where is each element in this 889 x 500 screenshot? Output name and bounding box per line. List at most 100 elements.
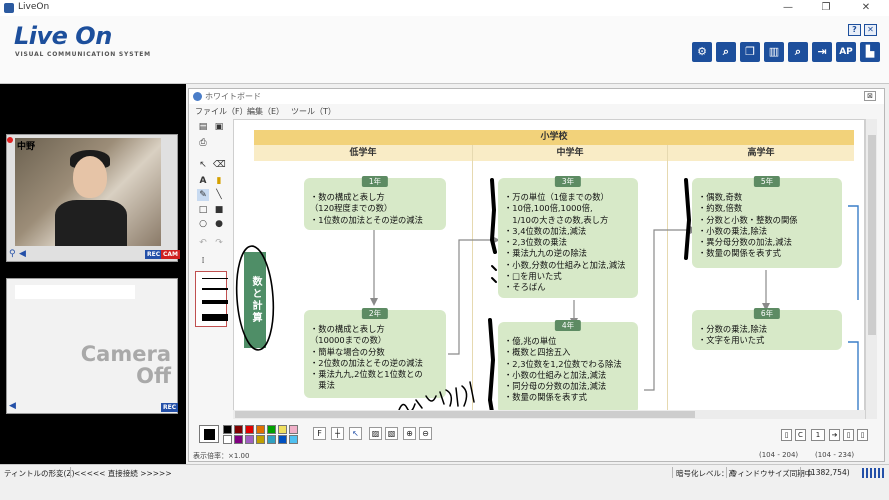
menu-edit[interactable]: 編集（E） [247, 106, 284, 117]
window-size: (1382,754) [808, 468, 850, 477]
layout-icon[interactable]: ▙ [860, 42, 880, 62]
whiteboard-app-icon [193, 92, 202, 101]
color-swatch[interactable] [289, 425, 298, 434]
zoom-icon[interactable]: ⌕ [788, 42, 808, 62]
zoom-out-icon[interactable]: ⊖ [419, 427, 432, 440]
whiteboard-title: ホワイトボード [205, 92, 261, 101]
window-title: LiveOn [18, 2, 50, 12]
color-swatch[interactable] [245, 425, 254, 434]
current-color[interactable] [199, 425, 219, 443]
whiteboard-canvas[interactable]: 小学校 低学年 中学年 高学年 数と計算 1年 ・数の構成と表し方 （120程度… [233, 119, 865, 419]
marker-icon[interactable]: ▮ [213, 175, 225, 187]
menu-file[interactable]: ファイル（F） [195, 106, 248, 117]
color-swatch[interactable] [256, 425, 265, 434]
bandwidth-meter-icon [862, 468, 884, 478]
participant-video-1[interactable]: 中野 ⚲ ◀ REC CAM [6, 134, 181, 262]
maximize-button[interactable]: ❐ [808, 0, 844, 16]
rec-button[interactable]: REC [145, 250, 163, 259]
crosshair-icon[interactable]: ┼ [331, 427, 344, 440]
cursor-coord-1: (104 - 204) [759, 451, 799, 459]
delete-page-icon[interactable]: ▯ [857, 429, 868, 441]
participant-name: 中野 [17, 142, 36, 152]
color-swatch[interactable] [278, 425, 287, 434]
horizontal-scrollbar[interactable] [233, 410, 865, 419]
whiteboard-icon[interactable]: ❐ [740, 42, 760, 62]
participant-video-2[interactable]: Camera Off ◀ REC [6, 278, 179, 414]
color-swatch[interactable] [223, 435, 232, 444]
ap-button[interactable]: AP [836, 42, 856, 62]
speaker-icon[interactable]: ◀ [19, 249, 26, 259]
status-left: ティントルの形変(Z) [4, 469, 75, 478]
color-swatch[interactable] [234, 425, 243, 434]
text-icon[interactable]: A [197, 175, 209, 187]
line-icon[interactable]: ╲ [213, 189, 225, 201]
image-fit-icon[interactable]: ▧ [385, 427, 398, 440]
cam-button[interactable]: CAM [161, 250, 181, 259]
ink-annotations [235, 178, 692, 414]
settings-icon[interactable]: ⚙ [692, 42, 712, 62]
font-icon[interactable]: F [313, 427, 326, 440]
rectangle-icon[interactable]: □ [197, 204, 209, 216]
color-palette: F ┼ ↖ ▨ ▧ ⊕ ⊖ [197, 423, 497, 447]
participant-controls: ⚲ ◀ REC CAM [7, 249, 181, 261]
pen-icon[interactable]: ✎ [197, 189, 209, 201]
color-swatch[interactable] [289, 435, 298, 444]
whiteboard-titlebar: ホワイトボード ⊠ [189, 89, 884, 104]
logo-subtitle: VISUAL COMMUNICATION SYSTEM [15, 51, 151, 58]
help-button[interactable]: ? [848, 24, 861, 36]
whiteboard-menubar: ファイル（F） 編集（E） ツール（T） [189, 104, 884, 117]
pointer-icon[interactable]: ↖ [349, 427, 362, 440]
redo-icon[interactable]: ↷ [213, 237, 225, 249]
chart-icon[interactable]: ▥ [764, 42, 784, 62]
participant-panel: 中野 ⚲ ◀ REC CAM Camera Off ◀ REC [0, 84, 186, 464]
undo-icon[interactable]: ↶ [197, 237, 209, 249]
app-header: Live On VISUAL COMMUNICATION SYSTEM ? ✕ … [0, 16, 889, 84]
eraser-icon[interactable]: ⌫ [213, 159, 226, 171]
image-icon[interactable]: ▨ [369, 427, 382, 440]
open-icon[interactable]: ▤ [197, 121, 209, 133]
filled-rectangle-icon[interactable]: ■ [213, 204, 225, 216]
share-icon[interactable]: ⇥ [812, 42, 832, 62]
camera-feed [15, 138, 161, 246]
encryption-level: 暗号化レベル：高 [676, 469, 736, 478]
color-swatch[interactable] [245, 435, 254, 444]
liveon-logo: Live On [14, 22, 112, 50]
color-swatch[interactable] [267, 425, 276, 434]
connection-status: <<<<< 直接接続 >>>>> [74, 469, 172, 478]
ellipse-icon[interactable]: ○ [197, 218, 209, 230]
speaker-icon[interactable]: ◀ [9, 401, 16, 411]
rec-button[interactable]: REC [161, 403, 179, 412]
vertical-scrollbar[interactable] [865, 119, 877, 419]
select-icon[interactable]: ↖ [197, 159, 209, 171]
color-swatch[interactable] [234, 435, 243, 444]
search-icon[interactable]: ⌕ [716, 42, 736, 62]
close-button[interactable]: ✕ [848, 0, 884, 16]
camera-off-label: Camera Off [80, 342, 171, 388]
copy-page-icon[interactable]: C [795, 429, 806, 441]
print-icon[interactable]: ⎙ [197, 137, 209, 149]
save-icon[interactable]: ▣ [213, 121, 225, 133]
grid-icon[interactable]: ⁞ [197, 255, 209, 267]
zoom-in-icon[interactable]: ⊕ [403, 427, 416, 440]
mic-icon[interactable]: ⚲ [9, 249, 16, 259]
whiteboard-toolbox: ▤ ▣ ⎙ ↖ ⌫ A ▮ ✎ ╲ □ ■ ○ ● ↶ ↷ ⁞ [193, 119, 228, 415]
cursor-coord-2: (104 - 234) [815, 451, 855, 459]
hide-header-button[interactable]: ✕ [864, 24, 877, 36]
color-swatch[interactable] [278, 435, 287, 444]
recording-dot-icon [7, 137, 13, 143]
whiteboard-close-button[interactable]: ⊠ [864, 91, 876, 101]
page-number[interactable]: 1 [811, 429, 825, 441]
minimize-button[interactable]: — [770, 0, 806, 16]
color-swatch[interactable] [256, 435, 265, 444]
last-page-icon[interactable]: ▯ [843, 429, 854, 441]
app-icon [4, 3, 14, 13]
color-swatch[interactable] [223, 425, 232, 434]
filled-ellipse-icon[interactable]: ● [213, 218, 225, 230]
participant-name-blank [15, 285, 135, 299]
line-width-picker[interactable] [195, 271, 228, 327]
menu-tools[interactable]: ツール（T） [291, 106, 336, 117]
color-swatch[interactable] [267, 435, 276, 444]
zoom-level: 表示倍率：×1.00 [193, 452, 250, 460]
next-page-icon[interactable]: ➔ [829, 429, 840, 441]
new-page-icon[interactable]: ▯ [781, 429, 792, 441]
